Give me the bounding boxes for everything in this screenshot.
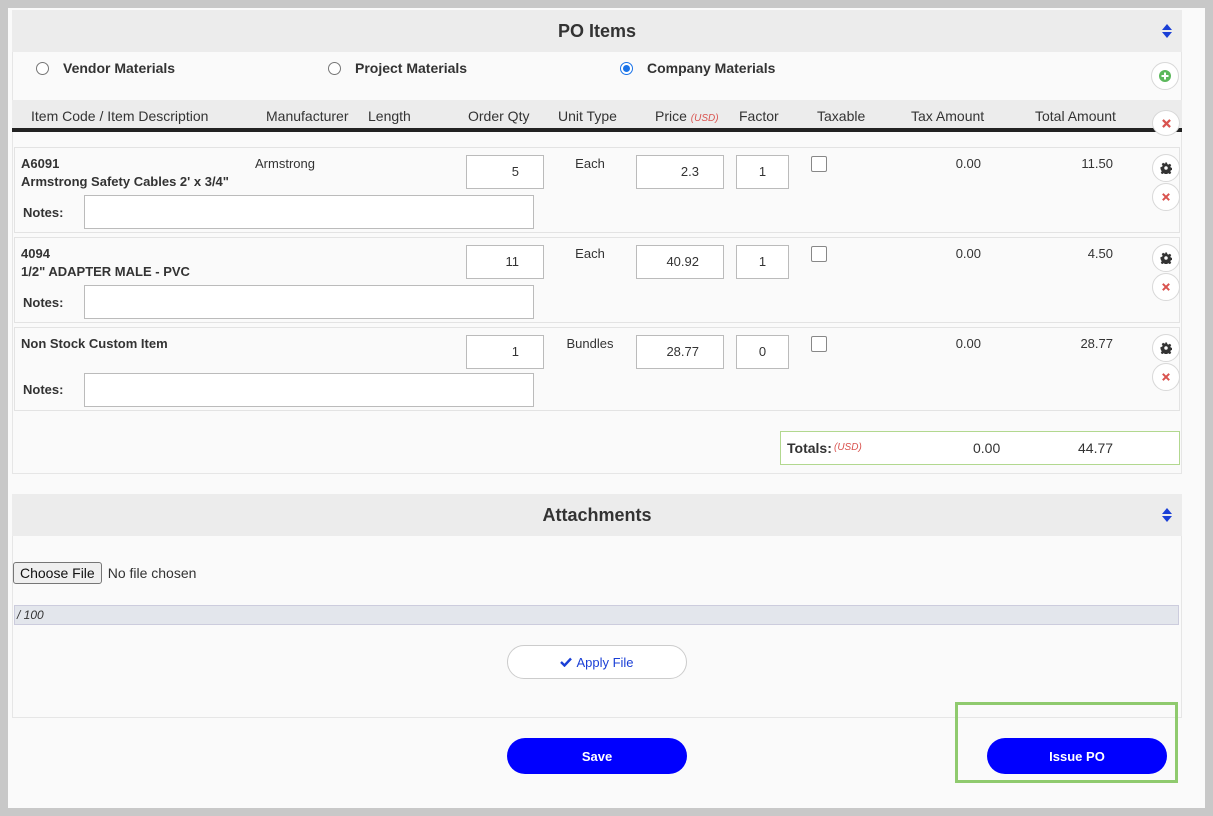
table-row: A6091 Armstrong Safety Cables 2' x 3/4" …	[14, 147, 1180, 233]
radio-button[interactable]	[36, 61, 49, 75]
gear-icon	[1160, 162, 1172, 174]
attachments-title: Attachments	[542, 505, 652, 525]
row-remove-button[interactable]	[1152, 273, 1180, 301]
radio-vendor-materials[interactable]: Vendor Materials	[36, 58, 175, 78]
close-icon	[1161, 118, 1171, 128]
apply-file-label: Apply File	[576, 654, 634, 670]
issue-po-button[interactable]: Issue PO	[987, 738, 1167, 774]
progress-text: / 100	[17, 608, 44, 622]
price-input[interactable]: 28.77	[636, 335, 724, 369]
row-remove-button[interactable]	[1152, 183, 1180, 211]
row-settings-button[interactable]	[1152, 244, 1180, 272]
radio-label: Vendor Materials	[63, 60, 176, 76]
notes-label: Notes:	[23, 205, 64, 220]
col-taxable: Taxable	[817, 108, 866, 124]
sort-icon[interactable]	[1162, 508, 1172, 522]
totals-box: Totals: (USD) 0.00 44.77	[780, 431, 1180, 465]
taxable-checkbox[interactable]	[811, 156, 827, 172]
row-settings-button[interactable]	[1152, 154, 1180, 182]
radio-button[interactable]	[328, 61, 341, 75]
item-description: 1/2" ADAPTER MALE - PVC	[21, 264, 190, 279]
col-order-qty: Order Qty	[468, 108, 530, 124]
taxable-checkbox[interactable]	[811, 246, 827, 262]
close-icon	[1162, 193, 1170, 201]
radio-label: Company Materials	[647, 60, 776, 76]
save-button-label: Save	[581, 748, 613, 764]
material-type-selector: Vendor Materials Project Materials Compa…	[12, 58, 1182, 94]
notes-label: Notes:	[23, 295, 64, 310]
col-unit-type: Unit Type	[558, 108, 617, 124]
total-amount: 4.50	[1087, 246, 1113, 261]
no-file-text: No file chosen	[107, 565, 197, 581]
price-input[interactable]: 40.92	[636, 245, 724, 279]
radio-button[interactable]	[620, 61, 633, 75]
gear-icon	[1160, 342, 1172, 354]
col-tax-amount: Tax Amount	[911, 108, 985, 124]
file-picker: Choose File No file chosen	[13, 562, 196, 584]
order-qty-input[interactable]: 5	[466, 155, 544, 189]
total-amount: 28.77	[1080, 336, 1113, 351]
totals-tax: 0.00	[973, 440, 1001, 456]
totals-label: Totals:	[787, 440, 832, 456]
col-total-amount: Total Amount	[1035, 108, 1116, 124]
choose-file-button[interactable]: Choose File	[13, 562, 102, 584]
attachments-header[interactable]: Attachments	[12, 494, 1182, 536]
po-items-header[interactable]: PO Items	[12, 10, 1182, 52]
item-description: Non Stock Custom Item	[21, 336, 168, 351]
col-price-label: Price	[655, 108, 687, 124]
check-icon	[560, 657, 573, 667]
factor-input[interactable]: 1	[736, 245, 789, 279]
table-row: Non Stock Custom Item Notes: 1 Bundles 2…	[14, 327, 1180, 411]
order-qty-input[interactable]: 1	[466, 335, 544, 369]
save-button[interactable]: Save	[507, 738, 687, 774]
table-row: 4094 1/2" ADAPTER MALE - PVC Notes: 11 E…	[14, 237, 1180, 323]
radio-company-materials[interactable]: Company Materials	[620, 58, 775, 78]
notes-input[interactable]	[84, 195, 534, 229]
col-factor: Factor	[739, 108, 779, 124]
price-input[interactable]: 2.3	[636, 155, 724, 189]
radio-label: Project Materials	[355, 60, 468, 76]
apply-file-button[interactable]: Apply File	[507, 645, 687, 679]
item-description: Armstrong Safety Cables 2' x 3/4"	[21, 174, 229, 189]
sort-icon[interactable]	[1162, 24, 1172, 38]
col-price-currency: (USD)	[690, 113, 719, 124]
row-settings-button[interactable]	[1152, 334, 1180, 362]
total-amount: 11.50	[1081, 156, 1113, 171]
item-manufacturer: Armstrong	[255, 156, 315, 171]
col-price: Price (USD)	[655, 108, 719, 124]
factor-input[interactable]: 0	[736, 335, 789, 369]
issue-po-button-label: Issue PO	[1049, 748, 1105, 764]
col-manufacturer: Manufacturer	[266, 108, 349, 124]
taxable-checkbox[interactable]	[811, 336, 827, 352]
notes-input[interactable]	[84, 373, 534, 407]
col-item: Item Code / Item Description	[31, 108, 209, 124]
gear-icon	[1160, 252, 1172, 264]
tax-amount: 0.00	[955, 336, 981, 351]
po-items-title: PO Items	[557, 21, 637, 41]
row-remove-button[interactable]	[1152, 363, 1180, 391]
col-length: Length	[368, 108, 411, 124]
upload-progress-bar: / 100	[14, 605, 1179, 625]
unit-type: Each	[575, 156, 605, 171]
notes-input[interactable]	[84, 285, 534, 319]
totals-currency: (USD)	[834, 442, 862, 453]
totals-total: 44.77	[1078, 440, 1114, 456]
notes-label: Notes:	[23, 382, 64, 397]
remove-all-button[interactable]	[1152, 110, 1180, 136]
add-item-button[interactable]	[1151, 62, 1179, 90]
items-table-header: Item Code / Item Description Manufacture…	[12, 100, 1182, 132]
item-code: A6091	[21, 156, 60, 171]
order-qty-input[interactable]: 11	[466, 245, 544, 279]
tax-amount: 0.00	[955, 246, 981, 261]
close-icon	[1162, 283, 1170, 291]
factor-input[interactable]: 1	[736, 155, 789, 189]
close-icon	[1162, 373, 1170, 381]
item-code: 4094	[21, 246, 50, 261]
plus-circle-icon	[1159, 70, 1171, 82]
tax-amount: 0.00	[955, 156, 981, 171]
unit-type: Each	[575, 246, 605, 261]
radio-project-materials[interactable]: Project Materials	[328, 58, 467, 78]
unit-type: Bundles	[566, 336, 614, 351]
